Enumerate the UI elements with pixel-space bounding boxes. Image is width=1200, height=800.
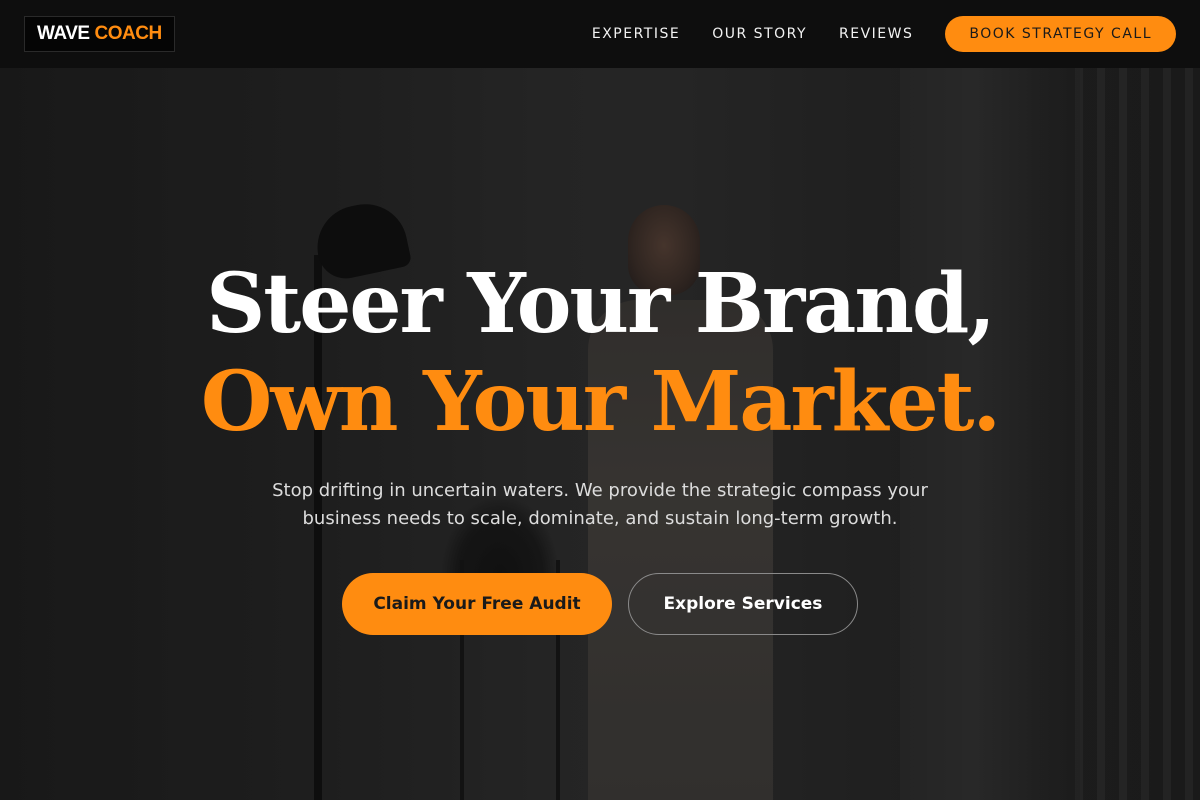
hero-subtext: Stop drifting in uncertain waters. We pr… <box>272 480 928 529</box>
logo-word-2: COACH <box>94 23 163 44</box>
logo-word-1: WAVE <box>37 23 90 44</box>
nav-link-reviews[interactable]: REVIEWS <box>839 26 913 42</box>
headline-line-1: Steer Your Brand, <box>206 256 996 352</box>
nav-link-expertise[interactable]: EXPERTISE <box>592 26 680 42</box>
headline-line-2: Own Your Market. <box>200 354 1001 450</box>
nav-link-our-story[interactable]: OUR STORY <box>712 26 807 42</box>
navbar: WAVE COACH EXPERTISE OUR STORY REVIEWS B… <box>0 0 1200 68</box>
explore-services-button[interactable]: Explore Services <box>628 573 858 635</box>
nav-links: EXPERTISE OUR STORY REVIEWS BOOK STRATEG… <box>560 16 1176 52</box>
claim-free-audit-button[interactable]: Claim Your Free Audit <box>342 573 612 635</box>
hero-content: Steer Your Brand, Own Your Market. Stop … <box>0 255 1200 635</box>
hero-headline: Steer Your Brand, Own Your Market. <box>0 255 1200 451</box>
logo[interactable]: WAVE COACH <box>24 16 175 52</box>
hero-cta-row: Claim Your Free Audit Explore Services <box>0 573 1200 635</box>
book-strategy-call-button[interactable]: BOOK STRATEGY CALL <box>945 16 1176 52</box>
